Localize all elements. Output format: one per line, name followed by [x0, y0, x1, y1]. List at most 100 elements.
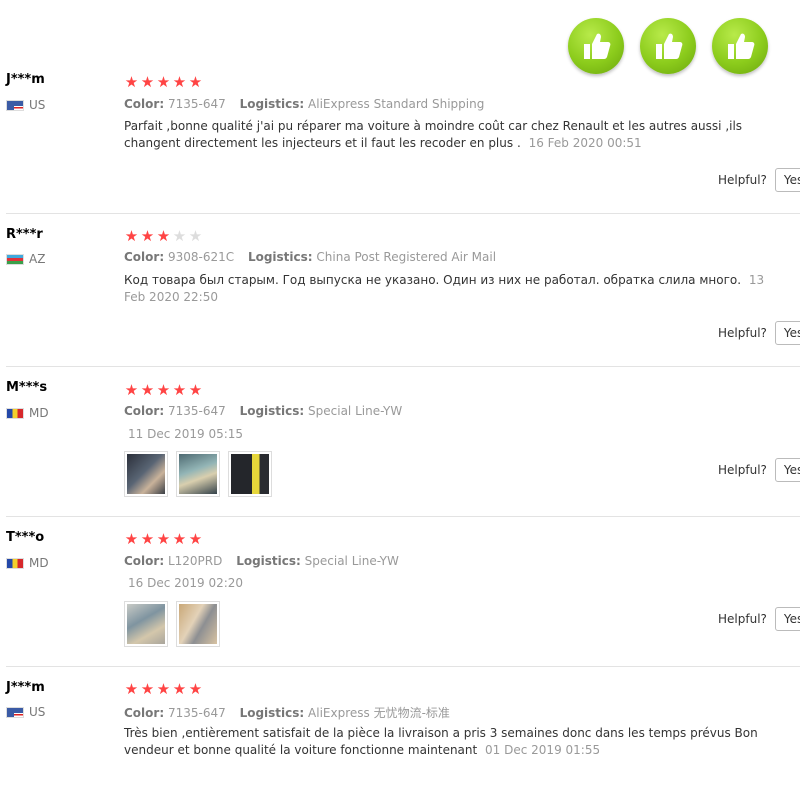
logistics-value: Special Line-YW [308, 404, 403, 418]
logistics-value: AliExpress Standard Shipping [308, 97, 485, 111]
star-rating: ★ ★ ★ ★ ★ [124, 383, 203, 398]
md-flag-icon [6, 407, 24, 419]
star-filled-icon: ★ [140, 73, 155, 91]
star-filled-icon: ★ [124, 73, 139, 91]
star-filled-icon: ★ [156, 227, 171, 245]
review-date: 01 Dec 2019 01:55 [485, 743, 601, 757]
review-photos [124, 601, 220, 647]
star-filled-icon: ★ [188, 530, 203, 548]
reviewer-name: R***r [6, 227, 43, 242]
star-filled-icon: ★ [156, 680, 171, 698]
logistics-label: Logistics: [247, 250, 313, 264]
star-filled-icon: ★ [172, 680, 187, 698]
star-rating: ★ ★ ★ ★ ★ [124, 532, 203, 547]
helpful-vote: Helpful? Yes [718, 168, 800, 192]
country-code: MD [29, 406, 49, 420]
review-meta: Color: 7135-647 Logistics: AliExpress 无忧… [124, 704, 460, 721]
reviewer-name: T***o [6, 530, 45, 545]
thumbs-up-icon [568, 18, 624, 74]
logistics-label: Logistics: [239, 97, 305, 111]
review-divider [6, 516, 800, 517]
review-text: Très bien ,entièrement satisfait de la p… [124, 726, 758, 757]
helpful-label: Helpful? [718, 173, 767, 187]
star-filled-icon: ★ [124, 680, 139, 698]
helpful-yes-button[interactable]: Yes [774, 607, 800, 631]
review-photo-thumbnail[interactable] [124, 601, 168, 647]
review-text-block: Très bien ,entièrement satisfait de la p… [124, 725, 792, 759]
star-filled-icon: ★ [140, 381, 155, 399]
color-value: 7135-647 [167, 404, 226, 418]
star-filled-icon: ★ [140, 530, 155, 548]
helpful-yes-button[interactable]: Yes [774, 458, 800, 482]
reviewer-country: MD [6, 556, 49, 570]
md-flag-icon [6, 557, 24, 569]
review-photos [124, 451, 272, 497]
reviewer-name: J***m [6, 680, 45, 695]
review-divider [6, 213, 800, 214]
star-filled-icon: ★ [172, 530, 187, 548]
thumbs-up-icon [640, 18, 696, 74]
color-label: Color: [124, 706, 165, 720]
review-meta: Color: 9308-621C Logistics: China Post R… [124, 250, 506, 264]
review-meta: Color: 7135-647 Logistics: AliExpress St… [124, 97, 494, 111]
country-code: MD [29, 556, 49, 570]
star-empty-icon: ★ [188, 227, 203, 245]
star-filled-icon: ★ [140, 227, 155, 245]
thumbs-up-group [568, 18, 768, 74]
review-date: 16 Feb 2020 00:51 [528, 136, 642, 150]
logistics-label: Logistics: [236, 554, 301, 568]
helpful-label: Helpful? [718, 326, 767, 340]
star-rating: ★ ★ ★ ★ ★ [124, 75, 203, 90]
review-meta: Color: 7135-647 Logistics: Special Line-… [124, 404, 412, 418]
thumbs-up-icon [712, 18, 768, 74]
review-photo-thumbnail[interactable] [176, 601, 220, 647]
us-flag-icon [6, 706, 24, 718]
color-value: 7135-647 [167, 97, 226, 111]
country-code: US [29, 98, 46, 112]
star-filled-icon: ★ [188, 680, 203, 698]
color-label: Color: [124, 554, 165, 568]
star-filled-icon: ★ [172, 381, 187, 399]
logistics-value: AliExpress 无忧物流-标准 [308, 706, 450, 720]
star-filled-icon: ★ [124, 530, 139, 548]
helpful-yes-button[interactable]: Yes [774, 321, 800, 345]
review-divider [6, 366, 800, 367]
review-text-block: Код товара был старым. Год выпуска не ук… [124, 272, 784, 306]
helpful-label: Helpful? [718, 463, 767, 477]
helpful-vote: Helpful? Yes [718, 607, 800, 631]
helpful-label: Helpful? [718, 612, 767, 626]
star-filled-icon: ★ [124, 381, 139, 399]
color-label: Color: [124, 250, 165, 264]
us-flag-icon [6, 99, 24, 111]
star-filled-icon: ★ [188, 73, 203, 91]
star-filled-icon: ★ [188, 381, 203, 399]
logistics-value: Special Line-YW [304, 554, 399, 568]
star-empty-icon: ★ [172, 227, 187, 245]
review-photo-thumbnail[interactable] [176, 451, 220, 497]
helpful-yes-button[interactable]: Yes [774, 168, 800, 192]
review-text-block: Parfait ,bonne qualité j'ai pu réparer m… [124, 118, 792, 152]
review-photo-thumbnail[interactable] [124, 451, 168, 497]
logistics-label: Logistics: [239, 706, 305, 720]
review-divider [6, 666, 800, 667]
logistics-label: Logistics: [239, 404, 305, 418]
reviewer-name: J***m [6, 72, 45, 87]
star-rating: ★ ★ ★ ★ ★ [124, 229, 203, 244]
review-text: Код товара был старым. Год выпуска не ук… [124, 273, 742, 287]
star-filled-icon: ★ [124, 227, 139, 245]
color-label: Color: [124, 97, 165, 111]
review-date: 11 Dec 2019 05:15 [128, 427, 244, 441]
star-filled-icon: ★ [172, 73, 187, 91]
helpful-vote: Helpful? Yes [718, 458, 800, 482]
review-photo-thumbnail[interactable] [228, 451, 272, 497]
star-filled-icon: ★ [156, 73, 171, 91]
color-value: L120PRD [167, 554, 223, 568]
review-meta: Color: L120PRD Logistics: Special Line-Y… [124, 554, 409, 568]
review-text: Parfait ,bonne qualité j'ai pu réparer m… [124, 119, 743, 150]
reviewer-name: M***s [6, 380, 48, 395]
star-filled-icon: ★ [156, 530, 171, 548]
color-value: 7135-647 [167, 706, 226, 720]
reviewer-country: MD [6, 406, 49, 420]
color-value: 9308-621C [167, 250, 235, 264]
reviewer-country: US [6, 705, 45, 719]
